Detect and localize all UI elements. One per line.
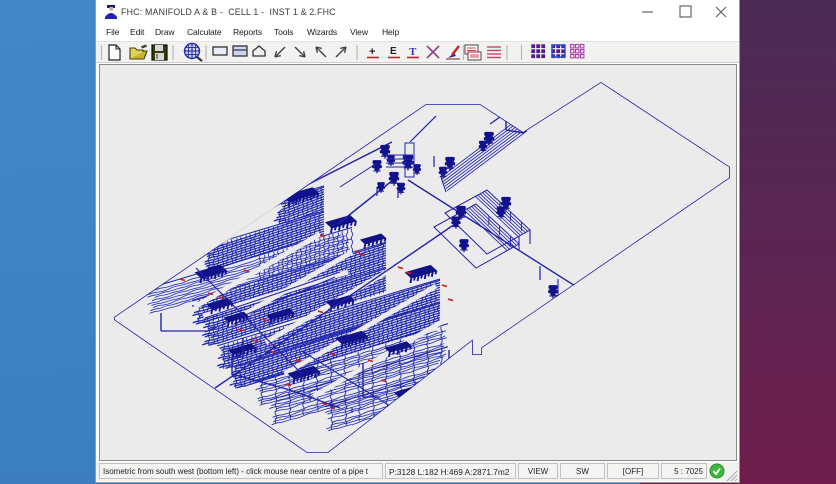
svg-text:T: T [409,46,417,58]
svg-text:+: + [369,46,375,58]
svg-text:E: E [390,46,397,57]
